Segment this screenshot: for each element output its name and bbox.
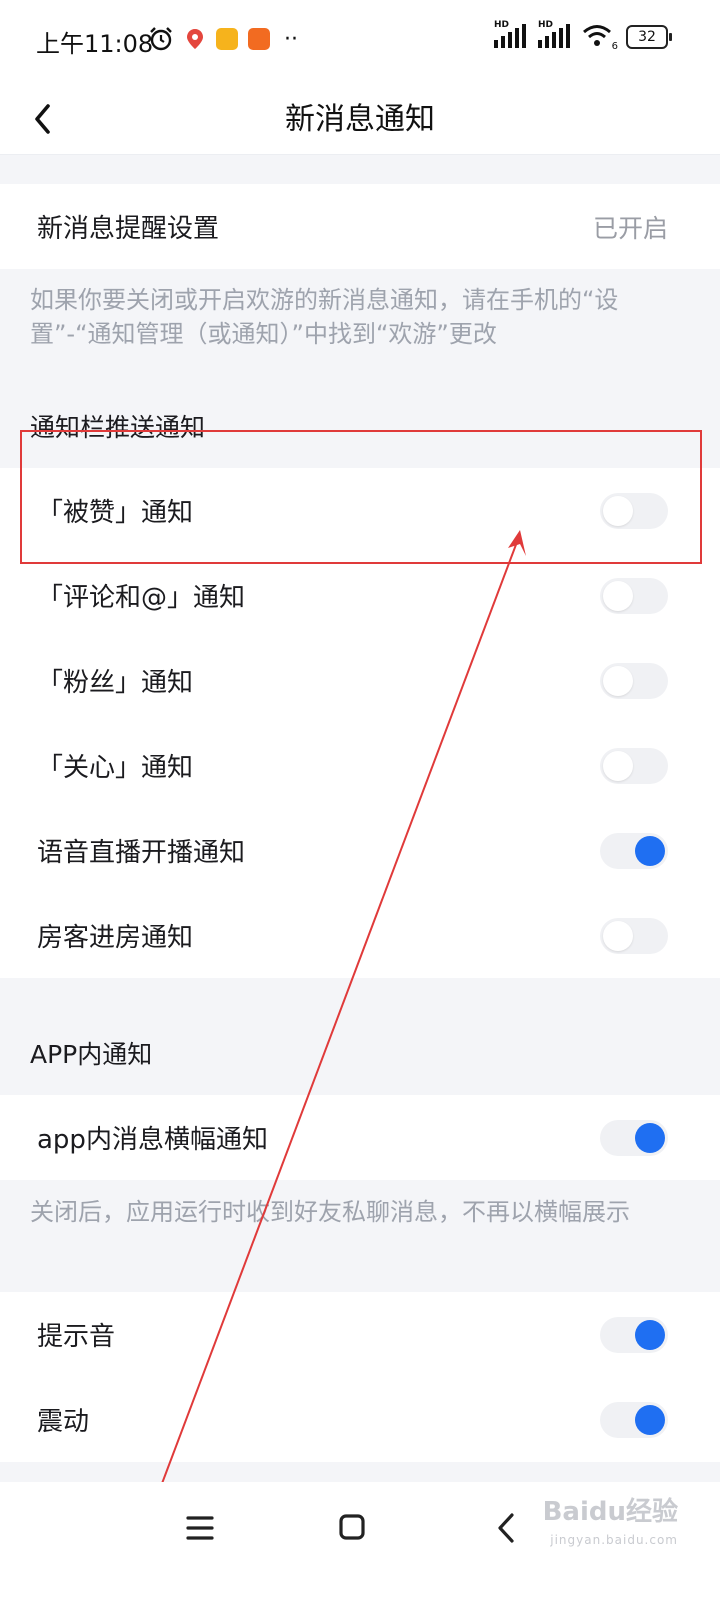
status-system-icons: HD HD 6 32 <box>494 20 672 52</box>
square-icon <box>339 1514 365 1540</box>
paw-icon: du <box>588 1497 626 1527</box>
fans-notify-toggle[interactable] <box>600 663 668 699</box>
reminder-hint: 如果你要关闭或开启欢游的新消息通知，请在手机的“设置”-“通知管理（或通知）”中… <box>30 286 619 348</box>
nav-back-button[interactable] <box>476 1502 536 1554</box>
home-button[interactable] <box>322 1502 382 1554</box>
app-section-title: APP内通知 <box>30 1040 153 1069</box>
reminder-settings-label: 新消息提醒设置 <box>37 214 220 244</box>
toggle-knob <box>603 581 633 611</box>
video-app-icon <box>248 28 270 50</box>
toggle-knob <box>603 496 633 526</box>
care-notify-toggle[interactable] <box>600 748 668 784</box>
map-pin-icon <box>187 29 203 49</box>
sound-row: 提示音 <box>0 1292 720 1377</box>
comment-notify-label: 「评论和@」通知 <box>37 583 246 613</box>
toggle-knob <box>635 1123 665 1153</box>
chevron-left-icon <box>498 1513 514 1543</box>
live-start-notify-toggle[interactable] <box>600 833 668 869</box>
signal-icon: HD <box>494 20 528 50</box>
fans-notify-label: 「粉丝」通知 <box>37 668 194 698</box>
page-title: 新消息通知 <box>285 102 435 137</box>
banner-notify-label: app内消息横幅通知 <box>37 1125 268 1155</box>
banner-notify-row: app内消息横幅通知 <box>0 1095 720 1180</box>
system-navigation-bar: Baidu经验 jingyan.baidu.com <box>0 1482 720 1600</box>
hamburger-icon <box>186 1516 214 1540</box>
toggle-knob <box>603 921 633 951</box>
room-enter-notify-toggle[interactable] <box>600 918 668 954</box>
room-enter-notify-row: 房客进房通知 <box>0 893 720 978</box>
battery-icon: 32 <box>626 25 672 49</box>
toggle-knob <box>635 1320 665 1350</box>
fans-notify-row: 「粉丝」通知 <box>0 638 720 723</box>
toggle-knob <box>635 836 665 866</box>
toggle-knob <box>603 751 633 781</box>
toggle-knob <box>635 1405 665 1435</box>
reminder-status-value: 已开启 <box>592 214 668 243</box>
liked-notify-row: 「被赞」通知 <box>0 468 720 553</box>
sound-toggle[interactable] <box>600 1317 668 1353</box>
signal-icon-2: HD <box>538 20 572 50</box>
comment-notify-toggle[interactable] <box>600 578 668 614</box>
live-start-notify-row: 语音直播开播通知 <box>0 808 720 893</box>
more-notifications-icon: ·· <box>284 26 298 52</box>
wifi-icon: 6 <box>582 24 618 52</box>
comment-notify-row: 「评论和@」通知 <box>0 553 720 638</box>
vibrate-toggle[interactable] <box>600 1402 668 1438</box>
baidu-watermark: Baidu经验 jingyan.baidu.com <box>542 1497 678 1547</box>
status-time: 上午11:08 <box>36 30 154 58</box>
status-notification-icons: ·· <box>148 26 298 52</box>
sound-label: 提示音 <box>37 1322 116 1352</box>
vibrate-label: 震动 <box>37 1407 90 1437</box>
status-bar: 上午11:08 ·· HD HD 6 32 <box>0 0 720 80</box>
banner-hint: 关闭后，应用运行时收到好友私聊消息，不再以横幅展示 <box>30 1198 630 1226</box>
banner-notify-toggle[interactable] <box>600 1120 668 1156</box>
toggle-knob <box>603 666 633 696</box>
push-section-title: 通知栏推送通知 <box>30 413 206 442</box>
care-notify-label: 「关心」通知 <box>37 753 194 783</box>
vibrate-row: 震动 <box>0 1377 720 1462</box>
notes-app-icon <box>216 28 238 50</box>
liked-notify-toggle[interactable] <box>600 493 668 529</box>
nav-bar: 新消息通知 <box>0 80 720 155</box>
menu-button[interactable] <box>170 1502 230 1554</box>
alarm-icon <box>150 27 172 51</box>
room-enter-notify-label: 房客进房通知 <box>37 923 194 953</box>
liked-notify-label: 「被赞」通知 <box>37 498 194 528</box>
care-notify-row: 「关心」通知 <box>0 723 720 808</box>
live-start-notify-label: 语音直播开播通知 <box>37 838 246 868</box>
reminder-settings-row[interactable]: 新消息提醒设置 已开启 <box>0 184 720 269</box>
